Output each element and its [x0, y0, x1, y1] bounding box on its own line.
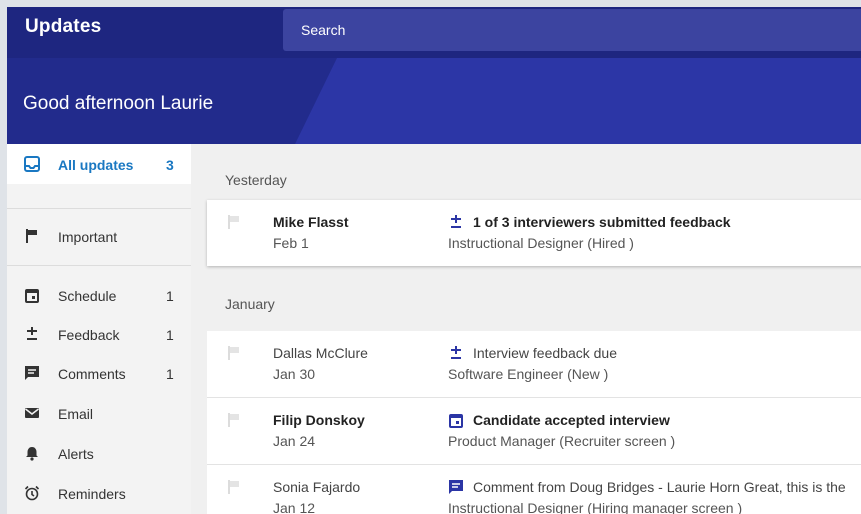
sidebar-item-important[interactable]: Important [7, 216, 191, 256]
flag-icon[interactable] [227, 214, 241, 230]
alarm-clock-icon [24, 485, 40, 501]
top-bar: Updates Search [7, 7, 861, 58]
plus-minus-icon [448, 214, 464, 230]
hero-decoration [295, 58, 861, 144]
mail-icon [24, 405, 40, 421]
flag-icon[interactable] [227, 345, 241, 361]
calendar-icon [24, 287, 40, 303]
app-title: Updates [25, 16, 102, 37]
sidebar-item-all-updates[interactable]: All updates 3 [7, 144, 191, 184]
sidebar-item-reminders[interactable]: Reminders [7, 473, 191, 513]
sidebar-item-feedback[interactable]: Feedback 1 [7, 314, 191, 354]
candidate-name[interactable]: Filip Donskoy [273, 412, 365, 428]
list-item[interactable]: Filip Donskoy Jan 24 Candidate accepted … [207, 398, 861, 464]
list-item[interactable]: Sonia Fajardo Jan 12 Comment from Doug B… [207, 465, 861, 514]
event-title[interactable]: Candidate accepted interview [473, 412, 670, 428]
list-item[interactable]: Dallas McClure Jan 30 Interview feedback… [207, 331, 861, 397]
event-title[interactable]: Interview feedback due [473, 345, 617, 361]
hero-banner: Good afternoon Laurie [7, 58, 861, 144]
candidate-name[interactable]: Mike Flasst [273, 214, 348, 230]
sidebar-item-label: Important [58, 229, 118, 245]
job-role: Instructional Designer (Hiring manager s… [448, 500, 743, 514]
sidebar-item-label: Schedule [58, 288, 117, 304]
sidebar-item-alerts[interactable]: Alerts [7, 433, 191, 473]
greeting-text: Good afternoon Laurie [23, 93, 214, 114]
sidebar-item-count: 1 [166, 366, 174, 382]
search-bar[interactable]: Search [283, 9, 861, 51]
sidebar-divider [7, 208, 191, 209]
sidebar-item-count: 1 [166, 327, 174, 343]
sidebar-item-count: 3 [166, 157, 174, 173]
sidebar-item-label: Email [58, 406, 94, 422]
sidebar-item-email[interactable]: Email [7, 393, 191, 433]
bell-icon [24, 445, 40, 461]
updates-feed: Yesterday Mike Flasst Feb 1 1 of 3 inter… [207, 144, 861, 514]
flag-icon[interactable] [227, 412, 241, 428]
sidebar-item-label: Feedback [58, 327, 120, 343]
sidebar-divider [7, 265, 191, 266]
sidebar-item-count: 1 [166, 288, 174, 304]
sidebar-item-comments[interactable]: Comments 1 [7, 353, 191, 393]
update-date: Feb 1 [273, 235, 309, 251]
sidebar-item-label: Reminders [58, 486, 126, 502]
group-heading: January [225, 296, 275, 312]
update-date: Jan 12 [273, 500, 316, 514]
sidebar-item-schedule[interactable]: Schedule 1 [7, 275, 191, 315]
app-window: Updates Search Good afternoon Laurie All… [7, 7, 861, 514]
sidebar-item-label: Comments [58, 366, 126, 382]
flag-icon [24, 228, 40, 244]
sidebar-item-label: All updates [58, 157, 134, 173]
inbox-icon [24, 156, 40, 172]
job-role: Instructional Designer (Hired ) [448, 235, 634, 251]
group-heading: Yesterday [225, 172, 287, 188]
comment-icon [448, 479, 464, 495]
sidebar: All updates 3 Important Schedule 1 Feedb… [7, 144, 191, 514]
plus-minus-icon [448, 345, 464, 361]
candidate-name[interactable]: Dallas McClure [273, 345, 368, 361]
event-title[interactable]: 1 of 3 interviewers submitted feedback [473, 214, 731, 230]
plus-minus-icon [24, 326, 40, 342]
list-item[interactable]: Mike Flasst Feb 1 1 of 3 interviewers su… [207, 200, 861, 266]
search-input[interactable]: Search [301, 22, 345, 38]
candidate-name[interactable]: Sonia Fajardo [273, 479, 360, 495]
sidebar-item-label: Alerts [58, 446, 94, 462]
flag-icon[interactable] [227, 479, 241, 495]
job-role: Product Manager (Recruiter screen ) [448, 433, 676, 449]
comment-icon [24, 365, 40, 381]
job-role: Software Engineer (New ) [448, 366, 609, 382]
update-date: Jan 30 [273, 366, 316, 382]
update-date: Jan 24 [273, 433, 316, 449]
event-title[interactable]: Comment from Doug Bridges - Laurie Horn … [473, 479, 846, 495]
calendar-icon [448, 412, 464, 428]
